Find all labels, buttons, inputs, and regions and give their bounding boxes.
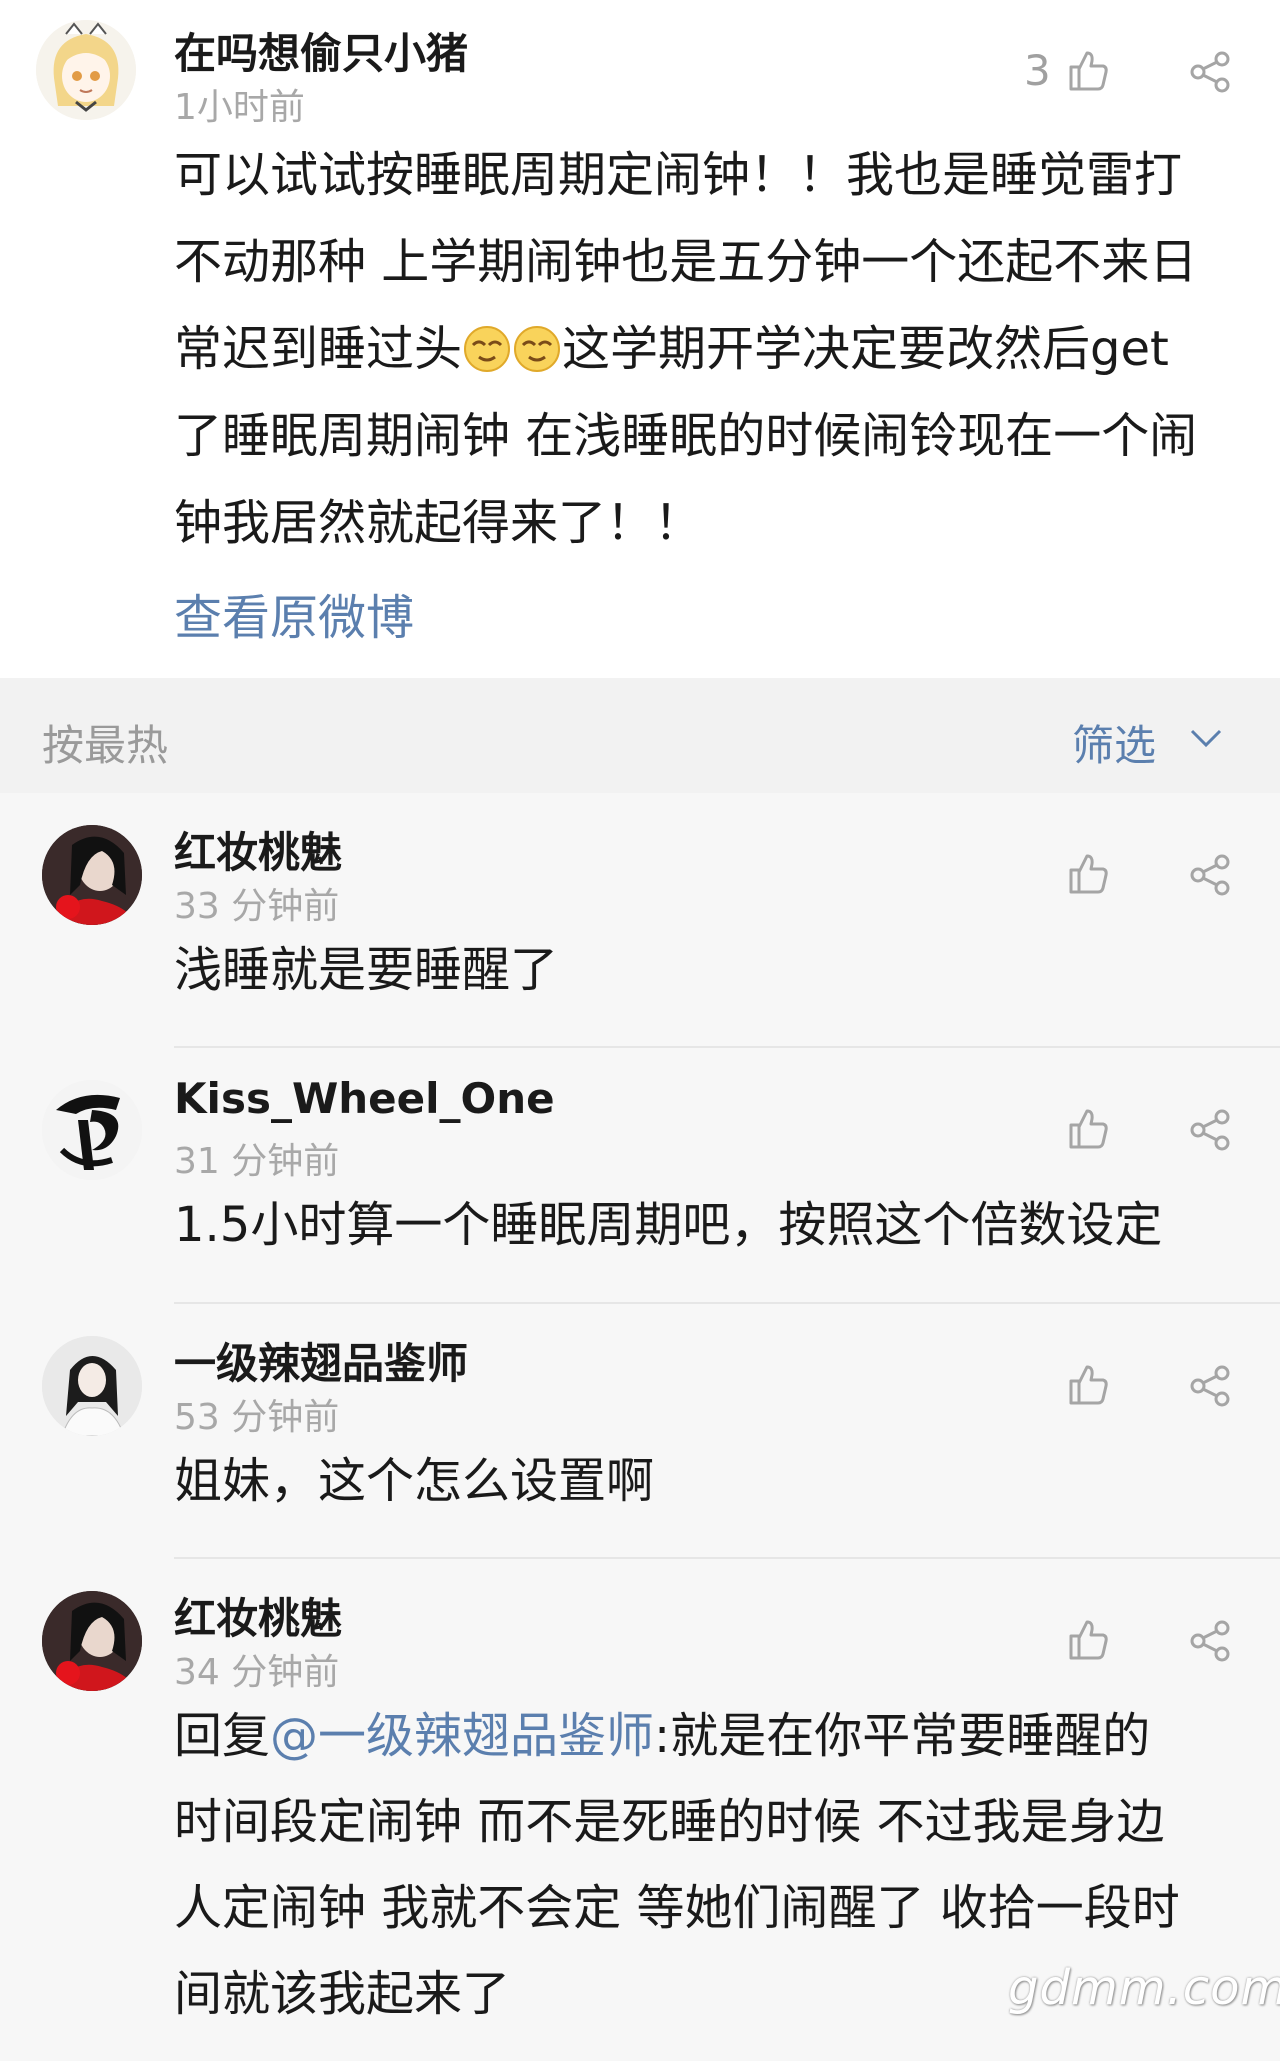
sort-bar: 按最热 筛选: [0, 678, 1280, 793]
comment-content: 1.5小时算一个睡眠周期吧，按照这个倍数设定: [174, 1182, 1244, 1268]
share-icon: [1190, 854, 1230, 896]
comment-line: 时间段定闹钟 而不是死睡的时候 不过我是身边: [174, 1794, 1165, 1850]
comment-line: 回复@一级辣翅品鉴师:就是在你平常要睡醒的: [174, 1693, 1244, 1779]
post-username[interactable]: 在吗想偷只小猪: [174, 20, 468, 81]
comment-content: 浅睡就是要睡醒了: [174, 927, 1244, 1013]
like-button[interactable]: [1062, 1613, 1114, 1665]
post-line-part: 这学期开学决定要改然后get: [562, 321, 1169, 377]
sort-hot-label[interactable]: 按最热: [42, 712, 168, 773]
avatar[interactable]: [36, 20, 136, 120]
comment-line: 人定闹钟 我就不会定 等她们闹醒了 收拾一段时: [174, 1880, 1180, 1936]
post-line: 常迟到睡过头 这学期开学决定要改然后get: [174, 306, 1244, 393]
post-line-part: 常迟到睡过头: [174, 321, 463, 377]
share-button[interactable]: [1184, 46, 1236, 98]
post-line: 可以试试按睡眠周期定闹钟！！我也是睡觉雷打: [174, 147, 1183, 203]
smirk-emoji-icon: [513, 314, 561, 372]
thumbs-up-icon: [1069, 1365, 1108, 1405]
comment-username[interactable]: 一级辣翅品鉴师: [174, 1330, 468, 1391]
like-button[interactable]: [1062, 847, 1114, 899]
chevron-down-icon[interactable]: [1186, 718, 1226, 758]
thumbs-up-icon: [1069, 51, 1108, 91]
post-time: 1小时前: [174, 87, 305, 128]
like-button[interactable]: [1062, 1102, 1114, 1154]
like-count: 3: [1024, 46, 1051, 95]
comment-line-part: :就是在你平常要睡醒的: [654, 1708, 1151, 1764]
share-icon: [1190, 1620, 1230, 1662]
original-post: 在吗想偷只小猪 1小时前 3 可以试试按睡眠周期定闹钟！！我也是睡觉雷打 不动那…: [0, 0, 1280, 678]
view-original-link[interactable]: 查看原微博: [174, 578, 414, 648]
comment-time: 53 分钟前: [174, 1397, 340, 1438]
filter-button[interactable]: 筛选: [1072, 712, 1156, 773]
comment-line: 姐妹，这个怎么设置啊: [174, 1453, 655, 1509]
comment-item: Kiss_Wheel_One 31 分钟前 1.5小时算一个睡眠周期吧，按照这个…: [0, 1048, 1280, 1304]
avatar[interactable]: [42, 825, 142, 925]
share-icon: [1190, 1109, 1230, 1151]
like-button[interactable]: [1062, 1358, 1114, 1410]
avatar[interactable]: [42, 1591, 142, 1691]
comment-time: 31 分钟前: [174, 1141, 340, 1182]
thumbs-up-icon: [1069, 1620, 1108, 1660]
comment-time: 34 分钟前: [174, 1652, 340, 1693]
post-line: 了睡眠周期闹钟 在浅睡眠的时候闹铃现在一个闹: [174, 408, 1198, 464]
share-icon: [1190, 51, 1230, 93]
comment-line: 浅睡就是要睡醒了: [174, 942, 559, 998]
reply-prefix: 回复: [174, 1708, 271, 1764]
post-content: 可以试试按睡眠周期定闹钟！！我也是睡觉雷打 不动那种 上学期闹钟也是五分钟一个还…: [174, 132, 1244, 567]
like-button[interactable]: [1062, 44, 1114, 96]
thumbs-up-icon: [1069, 1109, 1108, 1149]
smirk-emoji-icon: [463, 314, 511, 372]
comment-line: 1.5小时算一个睡眠周期吧，按照这个倍数设定: [174, 1197, 1163, 1253]
avatar[interactable]: [42, 1080, 142, 1180]
comment-time: 33 分钟前: [174, 886, 340, 927]
comment-username[interactable]: 红妆桃魅: [174, 1585, 342, 1646]
thumbs-up-icon: [1069, 854, 1108, 894]
share-icon: [1190, 1365, 1230, 1407]
comment-username[interactable]: Kiss_Wheel_One: [174, 1074, 555, 1123]
avatar[interactable]: [42, 1336, 142, 1436]
share-button[interactable]: [1184, 1104, 1236, 1156]
comment-content: 姐妹，这个怎么设置啊: [174, 1438, 1244, 1524]
comment-username[interactable]: 红妆桃魅: [174, 819, 342, 880]
comment-item: 一级辣翅品鉴师 53 分钟前 姐妹，这个怎么设置啊: [0, 1304, 1280, 1559]
post-line: 不动那种 上学期闹钟也是五分钟一个还起不来日: [174, 234, 1198, 290]
post-line: 钟我居然就起得来了！！: [174, 495, 703, 551]
share-button[interactable]: [1184, 849, 1236, 901]
share-button[interactable]: [1184, 1360, 1236, 1412]
mention-link[interactable]: @一级辣翅品鉴师: [270, 1708, 654, 1764]
share-button[interactable]: [1184, 1615, 1236, 1667]
watermark: gdmm.com: [1008, 1960, 1280, 2016]
comment-item: 红妆桃魅 33 分钟前 浅睡就是要睡醒了: [0, 793, 1280, 1048]
